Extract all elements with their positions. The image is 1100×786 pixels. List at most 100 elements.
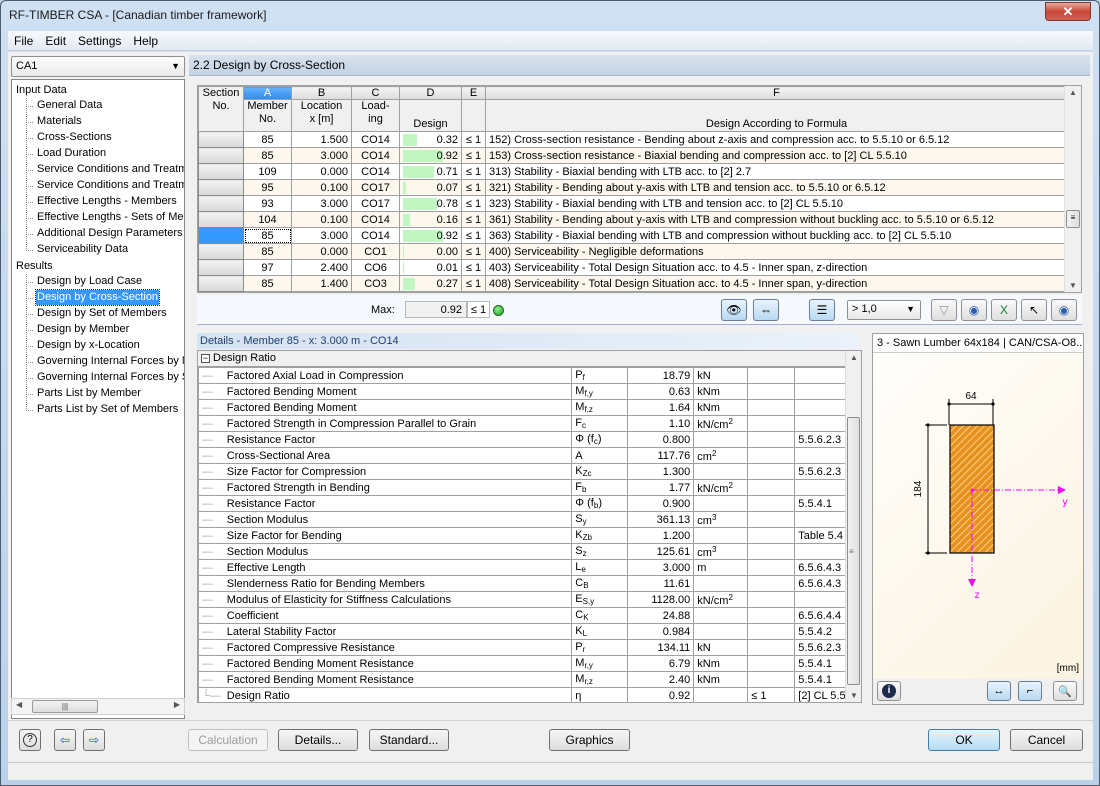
location-cell[interactable]: 0.100 (291, 211, 352, 228)
table-vertical-scrollbar[interactable]: ▲ ≡ ▼ (1064, 86, 1081, 292)
row-header[interactable] (198, 131, 244, 148)
loading-cell[interactable]: CO6 (351, 259, 400, 276)
formula-cell[interactable]: 153) Cross-section resistance - Biaxial … (485, 147, 1068, 164)
design-ratio-cell[interactable]: 0.07 (399, 179, 462, 196)
scrollbar-thumb[interactable]: ||| (32, 700, 98, 713)
loading-cell[interactable]: CO3 (351, 275, 400, 292)
formula-cell[interactable]: 361) Stability - Bending about y-axis wi… (485, 211, 1068, 228)
case-selector[interactable]: CA1 ▼ (11, 56, 185, 77)
design-ratio-cell[interactable]: 0.01 (399, 259, 462, 276)
filter-select[interactable]: > 1,0 ▼ (847, 300, 921, 320)
close-button[interactable]: ✕ (1045, 2, 1091, 21)
formula-cell[interactable]: 313) Stability - Biaxial bending with LT… (485, 163, 1068, 180)
table-row[interactable]: 104 0.100 CO14 0.16 ≤ 1 361) Stability - Bend… (198, 211, 1068, 228)
calculation-button[interactable]: Calculation (188, 729, 268, 751)
nav-item-results-0[interactable]: Design by Load Case (36, 274, 143, 289)
row-header[interactable] (198, 147, 244, 164)
filter-button[interactable]: ▽ (931, 299, 957, 321)
scroll-right-icon[interactable]: ▶ (174, 700, 180, 709)
scrollbar-thumb[interactable]: ≡ (1066, 210, 1080, 228)
nav-group-results[interactable]: Results (16, 258, 53, 274)
row-header[interactable] (198, 211, 244, 228)
loading-cell[interactable]: CO14 (351, 211, 400, 228)
member-no-cell[interactable]: 97 (243, 259, 292, 276)
dimensions-button[interactable]: ↔ (987, 681, 1011, 701)
design-ratio-cell[interactable]: 0.16 (399, 211, 462, 228)
nav-group-input-data[interactable]: Input Data (16, 82, 67, 98)
loading-cell[interactable]: CO14 (351, 147, 400, 164)
scroll-down-icon[interactable]: ▼ (1069, 281, 1077, 290)
loading-cell[interactable]: CO14 (351, 163, 400, 180)
nav-item-input-6[interactable]: Effective Lengths - Members (36, 194, 178, 209)
table-row[interactable]: 85 1.400 CO3 0.27 ≤ 1 408) Serviceability - T… (198, 275, 1068, 292)
nav-item-results-8[interactable]: Parts List by Set of Members (36, 402, 179, 417)
show-member-button[interactable]: ⇔ (753, 299, 779, 321)
location-cell[interactable]: 0.000 (291, 163, 352, 180)
axes-button[interactable]: ⌐ (1018, 681, 1042, 701)
row-header[interactable] (198, 243, 244, 260)
nav-item-results-1[interactable]: Design by Cross-Section (34, 289, 161, 306)
nav-item-results-6[interactable]: Governing Internal Forces by S (36, 370, 184, 385)
scroll-up-icon[interactable]: ▲ (1069, 88, 1077, 97)
col-letter-d[interactable]: D (399, 86, 462, 100)
loading-cell[interactable]: CO17 (351, 195, 400, 212)
member-no-cell[interactable]: 85 (243, 131, 292, 148)
location-cell[interactable]: 2.400 (291, 259, 352, 276)
loading-cell[interactable]: CO14 (351, 227, 400, 244)
nav-item-input-3[interactable]: Load Duration (36, 146, 107, 161)
design-ratio-cell[interactable]: 0.92 (399, 227, 462, 244)
details-button[interactable]: Details... (278, 729, 358, 751)
col-letter-a[interactable]: A (243, 86, 292, 100)
ok-button[interactable]: OK (928, 729, 1000, 751)
location-cell[interactable]: 0.000 (291, 243, 352, 260)
col-letter-f[interactable]: F (485, 86, 1068, 100)
help-button[interactable]: ? (19, 729, 41, 751)
color-results-button[interactable]: ◉ (961, 299, 987, 321)
nav-item-input-8[interactable]: Additional Design Parameters (36, 226, 184, 241)
col-letter-e[interactable]: E (461, 86, 486, 100)
table-row[interactable]: 93 3.000 CO17 0.78 ≤ 1 323) Stability - Biaxi… (198, 195, 1068, 212)
formula-cell[interactable]: 408) Serviceability - Total Design Situa… (485, 275, 1068, 292)
select-in-model-button[interactable]: ↖ (1021, 299, 1047, 321)
scroll-left-icon[interactable]: ◀ (16, 700, 22, 709)
row-header[interactable] (198, 163, 244, 180)
menu-settings[interactable]: Settings (72, 31, 127, 50)
location-cell[interactable]: 1.400 (291, 275, 352, 292)
view-button[interactable]: ◉ (1051, 299, 1077, 321)
standard-button[interactable]: Standard... (369, 729, 449, 751)
details-group-header[interactable]: − Design Ratio (198, 351, 846, 367)
nav-item-results-3[interactable]: Design by Member (36, 322, 130, 337)
location-cell[interactable]: 3.000 (291, 147, 352, 164)
nav-horizontal-scrollbar[interactable]: ◀ ||| ▶ (11, 698, 185, 715)
row-header[interactable] (198, 227, 244, 244)
table-row[interactable]: 85 1.500 CO14 0.32 ≤ 1 152) Cross-section res… (198, 131, 1068, 148)
collapse-icon[interactable]: − (201, 354, 210, 363)
loading-cell[interactable]: CO1 (351, 243, 400, 260)
previous-window-button[interactable]: ⇦ (54, 729, 76, 751)
design-ratio-cell[interactable]: 0.32 (399, 131, 462, 148)
table-row[interactable]: 85 0.000 CO1 0.00 ≤ 1 400) Serviceability - N… (198, 243, 1068, 260)
formula-cell[interactable]: 152) Cross-section resistance - Bending … (485, 131, 1068, 148)
row-header[interactable] (198, 179, 244, 196)
next-window-button[interactable]: ⇨ (83, 729, 105, 751)
col-letter-c[interactable]: C (351, 86, 400, 100)
design-ratio-cell[interactable]: 0.92 (399, 147, 462, 164)
menu-help[interactable]: Help (127, 31, 164, 50)
member-no-cell[interactable]: 95 (243, 179, 292, 196)
scroll-down-icon[interactable]: ▼ (850, 691, 858, 700)
member-no-cell[interactable]: 85 (243, 243, 292, 260)
member-no-cell[interactable]: 109 (243, 163, 292, 180)
nav-item-results-4[interactable]: Design by x-Location (36, 338, 141, 353)
details-vertical-scrollbar[interactable]: ▲ ≡ ▼ (845, 351, 861, 702)
table-row[interactable]: 85 3.000 CO14 0.92 ≤ 1 153) Cross-section res… (198, 147, 1068, 164)
cancel-button[interactable]: Cancel (1010, 729, 1083, 751)
formula-cell[interactable]: 321) Stability - Bending about y-axis wi… (485, 179, 1068, 196)
info-button[interactable]: i (877, 681, 901, 701)
nav-item-results-2[interactable]: Design by Set of Members (36, 306, 168, 321)
location-cell[interactable]: 1.500 (291, 131, 352, 148)
design-ratio-cell[interactable]: 0.78 (399, 195, 462, 212)
nav-item-results-5[interactable]: Governing Internal Forces by M (36, 354, 184, 369)
member-no-cell[interactable]: 93 (243, 195, 292, 212)
formula-cell[interactable]: 323) Stability - Biaxial bending with LT… (485, 195, 1068, 212)
nav-item-input-7[interactable]: Effective Lengths - Sets of Mer (36, 210, 184, 225)
